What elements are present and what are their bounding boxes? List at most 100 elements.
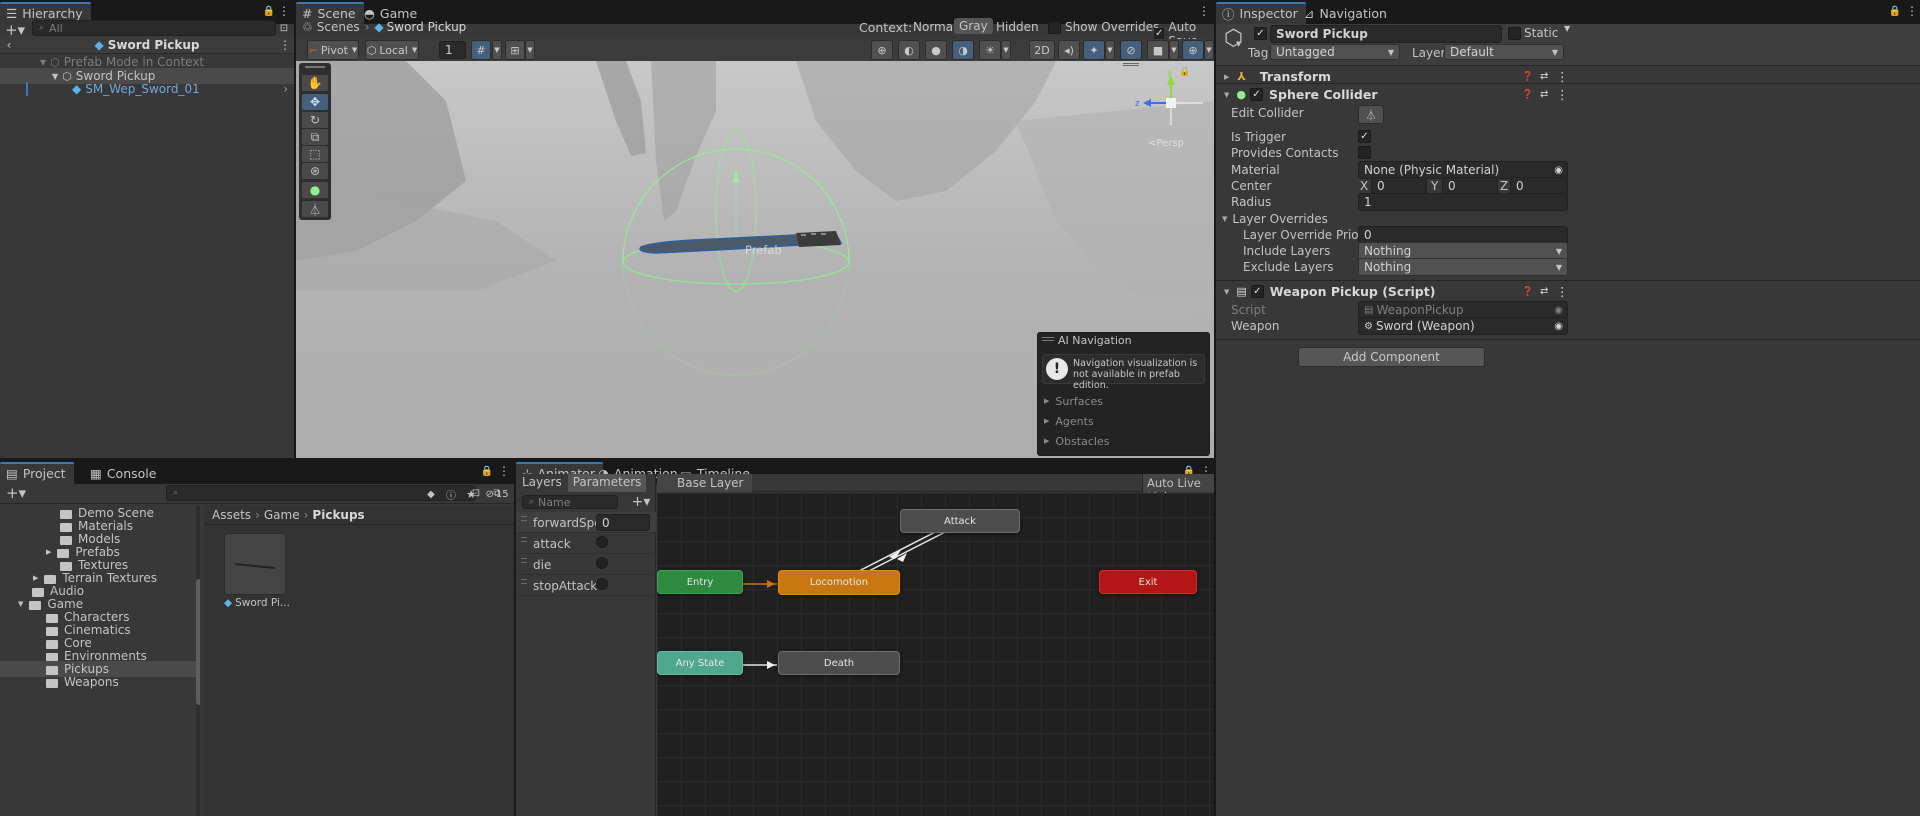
- show-overrides-toggle[interactable]: Show Overrides: [1048, 20, 1159, 34]
- chevron-right-icon[interactable]: ▶: [46, 548, 51, 556]
- lock-icon[interactable]: 🔒: [262, 4, 276, 18]
- persp-label[interactable]: <Persp: [1148, 138, 1184, 149]
- chevron-down-icon[interactable]: ▼: [1105, 40, 1115, 60]
- ai-nav-agents[interactable]: ▶ Agents: [1044, 413, 1094, 429]
- chevron-right-icon[interactable]: ›: [283, 82, 288, 96]
- parameter-float-field[interactable]: 0: [596, 514, 650, 531]
- auto-live-link-button[interactable]: Auto Live Link: [1142, 474, 1214, 504]
- breadcrumb-scenes[interactable]: Scenes: [317, 20, 360, 34]
- context-hidden[interactable]: Hidden: [996, 20, 1039, 34]
- more-icon[interactable]: ⋮: [1556, 69, 1569, 84]
- parameter-search-input[interactable]: ⌕ Name: [522, 495, 618, 509]
- hidden-objects-icon[interactable]: ⊘: [1120, 40, 1142, 60]
- pivot-dropdown[interactable]: ⌐ Pivot ▼: [307, 40, 359, 60]
- preset-icon[interactable]: ⇄: [1540, 71, 1548, 82]
- drag-handle-icon[interactable]: [521, 558, 527, 563]
- state-node-locomotion[interactable]: Locomotion: [778, 570, 900, 595]
- more-icon[interactable]: ⋮: [279, 38, 291, 52]
- layer-overrides-foldout[interactable]: ▼ Layer Overrides: [1222, 211, 1328, 227]
- more-icon[interactable]: ⋮: [278, 4, 290, 18]
- static-checkbox[interactable]: [1508, 27, 1521, 40]
- rect-tool-icon[interactable]: ⬚: [302, 146, 328, 162]
- chevron-down-icon[interactable]: ▼: [1204, 40, 1214, 60]
- help-icon[interactable]: ❓: [1522, 90, 1533, 100]
- overlay-grip[interactable]: [1042, 337, 1054, 341]
- breadcrumb-assets[interactable]: Assets: [212, 508, 251, 522]
- provides-contacts-checkbox[interactable]: [1358, 146, 1371, 159]
- rotate-tool-icon[interactable]: ↻: [302, 112, 328, 128]
- edit-collider-icon[interactable]: ⏃: [302, 201, 328, 217]
- show-overrides-checkbox[interactable]: [1048, 20, 1061, 34]
- collider-tool-icon[interactable]: ●: [302, 182, 328, 198]
- weapon-object-field[interactable]: ⚙ Sword (Weapon) ◉: [1358, 317, 1568, 335]
- wireframe-icon[interactable]: ⊕: [871, 40, 893, 60]
- chevron-down-icon[interactable]: ▼: [18, 600, 23, 608]
- scrollbar-thumb[interactable]: [196, 579, 200, 705]
- shaded-icon[interactable]: ●: [925, 40, 947, 60]
- scale-tool-icon[interactable]: ⧉: [302, 129, 328, 145]
- exclude-layers-dropdown[interactable]: Nothing ▼: [1358, 258, 1568, 276]
- tab-project[interactable]: ▤ Project: [0, 462, 74, 484]
- object-picker-icon[interactable]: ◉: [1554, 321, 1563, 332]
- audio-icon[interactable]: ◂): [1058, 40, 1080, 60]
- layer-dropdown[interactable]: Default ▼: [1444, 44, 1564, 60]
- expand-arrow-icon[interactable]: ▼: [52, 72, 58, 81]
- camera-icon[interactable]: ■: [1147, 40, 1169, 60]
- breadcrumb-game[interactable]: Game: [264, 508, 300, 522]
- tab-navigation[interactable]: ⊿ Navigation: [1298, 2, 1395, 24]
- state-node-attack[interactable]: Attack: [900, 509, 1020, 533]
- parameter-row[interactable]: attack: [516, 533, 656, 554]
- drag-handle-icon[interactable]: [521, 516, 527, 521]
- ai-nav-surfaces[interactable]: ▶ Surfaces: [1044, 393, 1103, 409]
- add-icon[interactable]: +▾: [4, 484, 28, 502]
- more-icon[interactable]: ⋮: [498, 464, 510, 478]
- ai-nav-obstacles[interactable]: ▶ Obstacles: [1044, 433, 1109, 449]
- state-node-exit[interactable]: Exit: [1099, 570, 1197, 594]
- active-checkbox[interactable]: ✓: [1254, 27, 1267, 40]
- grid-snap-icon[interactable]: #: [471, 40, 491, 60]
- back-arrow-icon[interactable]: ‹: [4, 38, 14, 52]
- chevron-down-icon[interactable]: ▼: [1001, 40, 1011, 60]
- more-icon[interactable]: ⋮: [1556, 87, 1569, 102]
- tag-dropdown[interactable]: Untagged ▼: [1270, 44, 1400, 60]
- hierarchy-search-input[interactable]: ⌕ All: [32, 20, 276, 36]
- parameter-row[interactable]: die: [516, 554, 656, 575]
- chevron-down-icon[interactable]: ▼: [525, 40, 535, 60]
- increment-snap-icon[interactable]: ⊞: [505, 40, 525, 60]
- state-node-any-state[interactable]: Any State: [657, 651, 743, 675]
- is-trigger-checkbox[interactable]: ✓: [1358, 130, 1371, 143]
- lock-icon[interactable]: 🔒: [1179, 67, 1190, 77]
- chevron-down-icon[interactable]: ▼: [1222, 215, 1227, 223]
- drag-handle-icon[interactable]: [521, 579, 527, 584]
- icon-dropdown-arrow[interactable]: ▼: [1236, 40, 1241, 48]
- parameter-row[interactable]: forwardSpee 0: [516, 512, 656, 533]
- transform-tool-icon[interactable]: ⊛: [302, 163, 328, 179]
- chevron-right-icon[interactable]: ▶: [1224, 73, 1229, 81]
- move-tool-icon[interactable]: ✥: [302, 94, 328, 110]
- grid-size-field[interactable]: 1: [439, 41, 466, 59]
- add-parameter-icon[interactable]: +▾: [630, 494, 652, 510]
- folder-tree-scrollbar[interactable]: [196, 505, 200, 816]
- toggle-2d-button[interactable]: 2D: [1029, 40, 1055, 60]
- local-dropdown[interactable]: ⬡ Local ▼: [365, 40, 419, 60]
- layer-breadcrumb[interactable]: Base Layer: [657, 474, 752, 492]
- context-normal[interactable]: Normal: [913, 20, 956, 34]
- rendering-icon[interactable]: ◑: [952, 40, 974, 60]
- chevron-down-icon[interactable]: ▼: [1169, 40, 1179, 60]
- parameter-row[interactable]: stopAttack: [516, 575, 656, 596]
- chevron-right-icon[interactable]: ▶: [33, 574, 38, 582]
- context-gray[interactable]: Gray: [954, 18, 993, 34]
- breadcrumb-current[interactable]: Sword Pickup: [387, 20, 467, 34]
- hand-tool-icon[interactable]: ✋: [302, 75, 328, 91]
- preset-icon[interactable]: ⇄: [1540, 286, 1548, 297]
- chevron-down-icon[interactable]: ▼: [1224, 91, 1229, 99]
- add-component-button[interactable]: Add Component: [1298, 347, 1485, 367]
- effects-icon[interactable]: ✦: [1083, 40, 1105, 60]
- folder-item-weapons[interactable]: Weapons: [46, 674, 119, 690]
- trigger-radio[interactable]: [596, 578, 608, 590]
- chevron-down-icon[interactable]: ▼: [1564, 24, 1570, 33]
- lighting-icon[interactable]: ☀: [979, 40, 1001, 60]
- label-filter-icon[interactable]: ◆: [424, 486, 438, 502]
- hidden-packages-toggle[interactable]: ⊘ 15: [482, 486, 512, 502]
- scene-search-icon[interactable]: ⊡: [278, 21, 290, 35]
